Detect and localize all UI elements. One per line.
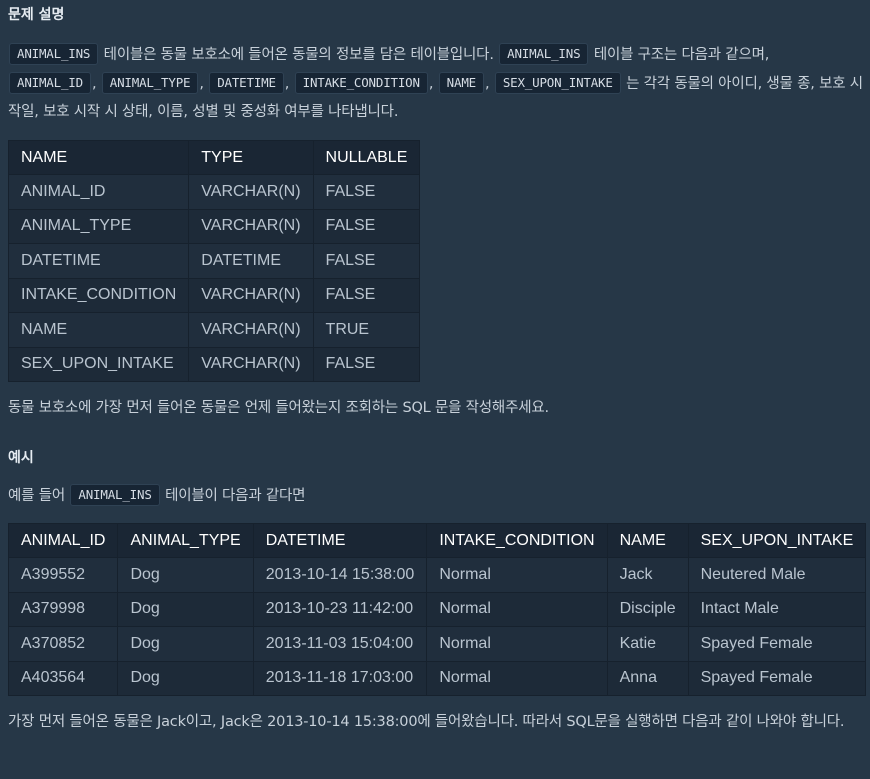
table-row: A370852 Dog 2013-11-03 15:04:00 Normal K… bbox=[7, 626, 867, 662]
table-header-cell: ANIMAL_ID bbox=[7, 523, 119, 558]
inline-code-table-name: ANIMAL_INS bbox=[70, 484, 160, 506]
table-row: SEX_UPON_INTAKE VARCHAR(N) FALSE bbox=[7, 346, 421, 382]
table-cell: FALSE bbox=[312, 174, 421, 210]
task-statement: 동물 보호소에 가장 먼저 들어온 동물은 언제 들어왔는지 조회하는 SQL … bbox=[8, 400, 549, 416]
section-heading-example: 예시 bbox=[8, 450, 34, 466]
inline-code-column: ANIMAL_TYPE bbox=[101, 71, 199, 94]
table-cell: VARCHAR(N) bbox=[188, 174, 314, 210]
table-cell: DATETIME bbox=[188, 243, 314, 279]
table-cell: Dog bbox=[117, 660, 254, 696]
table-cell: TRUE bbox=[312, 312, 421, 348]
table-cell: Normal bbox=[426, 660, 608, 696]
table-cell: FALSE bbox=[312, 346, 421, 382]
table-cell: Dog bbox=[117, 591, 254, 627]
table-cell: VARCHAR(N) bbox=[188, 312, 314, 348]
table-cell: DATETIME bbox=[7, 243, 190, 279]
example-table: ANIMAL_ID ANIMAL_TYPE DATETIME INTAKE_CO… bbox=[7, 523, 867, 696]
table-cell: Spayed Female bbox=[687, 626, 867, 662]
table-cell: Neutered Male bbox=[687, 557, 867, 593]
table-cell: Katie bbox=[606, 626, 689, 662]
table-row: A379998 Dog 2013-10-23 11:42:00 Normal D… bbox=[7, 591, 867, 627]
table-cell: Normal bbox=[426, 557, 608, 593]
table-cell: INTAKE_CONDITION bbox=[7, 277, 190, 313]
table-cell: A399552 bbox=[7, 557, 119, 593]
table-cell: Anna bbox=[606, 660, 689, 696]
inline-code-table-name: ANIMAL_INS bbox=[499, 43, 589, 65]
table-cell: A403564 bbox=[7, 660, 119, 696]
separator: , bbox=[91, 75, 101, 92]
example-conclusion: 가장 먼저 들어온 동물은 Jack이고, Jack은 2013-10-14 1… bbox=[8, 714, 845, 730]
table-row: NAME VARCHAR(N) TRUE bbox=[7, 312, 421, 348]
table-cell: 2013-11-18 17:03:00 bbox=[252, 660, 428, 696]
table-cell: VARCHAR(N) bbox=[188, 346, 314, 382]
example-intro: 예를 들어 ANIMAL_INS 테이블이 다음과 같다면 bbox=[8, 482, 305, 511]
separator: , bbox=[199, 75, 209, 92]
table-header-row: NAME TYPE NULLABLE bbox=[7, 140, 421, 175]
table-row: INTAKE_CONDITION VARCHAR(N) FALSE bbox=[7, 277, 421, 313]
table-cell: Normal bbox=[426, 626, 608, 662]
table-cell: FALSE bbox=[312, 208, 421, 244]
section-heading-problem: 문제 설명 bbox=[8, 7, 65, 23]
inline-code-column: SEX_UPON_INTAKE bbox=[494, 71, 621, 94]
table-cell: A370852 bbox=[7, 626, 119, 662]
inline-code-table-name: ANIMAL_INS bbox=[9, 43, 99, 65]
table-row: ANIMAL_TYPE VARCHAR(N) FALSE bbox=[7, 208, 421, 244]
table-cell: Jack bbox=[606, 557, 689, 593]
table-row: ANIMAL_ID VARCHAR(N) FALSE bbox=[7, 174, 421, 210]
table-cell: FALSE bbox=[312, 243, 421, 279]
separator: , bbox=[484, 75, 494, 92]
table-header-cell: NAME bbox=[7, 140, 190, 175]
table-cell: Disciple bbox=[606, 591, 689, 627]
table-cell: VARCHAR(N) bbox=[188, 277, 314, 313]
schema-table: NAME TYPE NULLABLE ANIMAL_ID VARCHAR(N) … bbox=[7, 140, 421, 382]
problem-intro: ANIMAL_INS 테이블은 동물 보호소에 들어온 동물의 정보를 담은 테… bbox=[8, 41, 864, 127]
table-header-cell: DATETIME bbox=[252, 523, 428, 558]
table-cell: Intact Male bbox=[687, 591, 867, 627]
inline-code-column: DATETIME bbox=[209, 71, 284, 94]
table-cell: FALSE bbox=[312, 277, 421, 313]
table-cell: VARCHAR(N) bbox=[188, 208, 314, 244]
table-cell: A379998 bbox=[7, 591, 119, 627]
table-cell: NAME bbox=[7, 312, 190, 348]
table-cell: Normal bbox=[426, 591, 608, 627]
separator: , bbox=[428, 75, 438, 92]
table-row: A403564 Dog 2013-11-18 17:03:00 Normal A… bbox=[7, 660, 867, 696]
example-intro-after: 테이블이 다음과 같다면 bbox=[160, 488, 306, 504]
inline-code-column: INTAKE_CONDITION bbox=[294, 71, 428, 94]
table-cell: ANIMAL_TYPE bbox=[7, 208, 190, 244]
table-cell: 2013-11-03 15:04:00 bbox=[252, 626, 428, 662]
table-cell: 2013-10-23 11:42:00 bbox=[252, 591, 428, 627]
inline-code-column: NAME bbox=[438, 71, 484, 94]
intro-text-2: 테이블 구조는 다음과 같으며, bbox=[589, 47, 770, 63]
table-cell: Dog bbox=[117, 626, 254, 662]
separator: , bbox=[284, 75, 294, 92]
example-intro-before: 예를 들어 bbox=[8, 488, 70, 504]
table-cell: Spayed Female bbox=[687, 660, 867, 696]
table-header-cell: TYPE bbox=[188, 140, 314, 175]
inline-code-column: ANIMAL_ID bbox=[9, 71, 91, 94]
table-cell: Dog bbox=[117, 557, 254, 593]
table-header-cell: SEX_UPON_INTAKE bbox=[687, 523, 867, 558]
table-header-row: ANIMAL_ID ANIMAL_TYPE DATETIME INTAKE_CO… bbox=[7, 523, 867, 558]
table-header-cell: NULLABLE bbox=[312, 140, 421, 175]
table-cell: SEX_UPON_INTAKE bbox=[7, 346, 190, 382]
table-cell: ANIMAL_ID bbox=[7, 174, 190, 210]
table-header-cell: ANIMAL_TYPE bbox=[117, 523, 254, 558]
table-header-cell: NAME bbox=[606, 523, 689, 558]
table-header-cell: INTAKE_CONDITION bbox=[426, 523, 608, 558]
intro-text-1: 테이블은 동물 보호소에 들어온 동물의 정보를 담은 테이블입니다. bbox=[99, 47, 499, 63]
table-cell: 2013-10-14 15:38:00 bbox=[252, 557, 428, 593]
table-row: DATETIME DATETIME FALSE bbox=[7, 243, 421, 279]
table-row: A399552 Dog 2013-10-14 15:38:00 Normal J… bbox=[7, 557, 867, 593]
